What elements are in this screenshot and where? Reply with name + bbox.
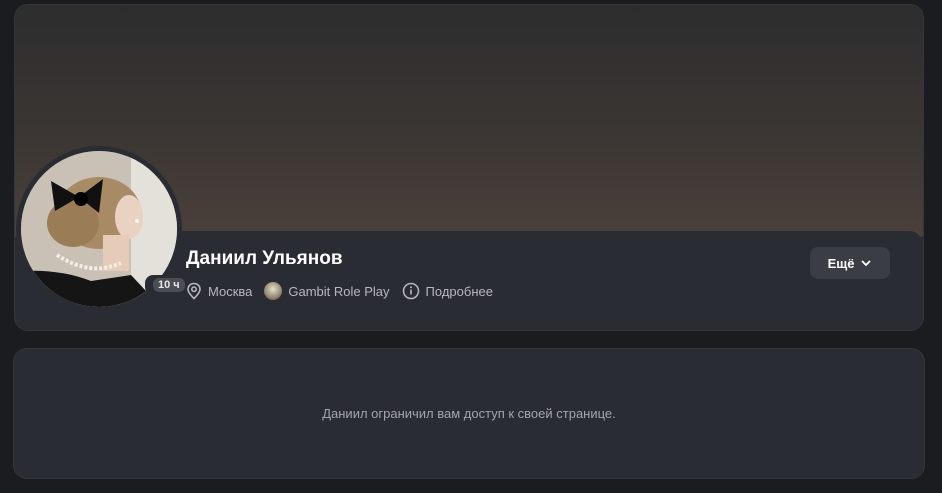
details-label: Подробнее [425, 283, 493, 299]
last-seen-text: 10 ч [153, 278, 185, 292]
restricted-message: Даниил ограничил вам доступ к своей стра… [322, 406, 616, 421]
profile-meta: Москва Gambit Role Play Подробнее [186, 282, 493, 300]
profile-page: 10 ч Даниил Ульянов Москва Gambit Role P… [0, 0, 942, 493]
group-item[interactable]: Gambit Role Play [264, 282, 390, 300]
group-logo-icon [264, 282, 283, 300]
location-label: Москва [208, 283, 253, 299]
chevron-down-icon [862, 260, 871, 266]
details-link[interactable]: Подробнее [402, 282, 493, 300]
profile-name: Даниил Ульянов [186, 248, 343, 269]
location-pin-icon [187, 282, 201, 300]
more-button-label: Ещё [827, 255, 855, 271]
more-button[interactable]: Ещё [810, 247, 890, 279]
group-label: Gambit Role Play [288, 283, 390, 299]
location-item[interactable]: Москва [186, 282, 252, 300]
info-circle-icon [402, 282, 419, 300]
restricted-access-card: Даниил ограничил вам доступ к своей стра… [13, 348, 925, 479]
